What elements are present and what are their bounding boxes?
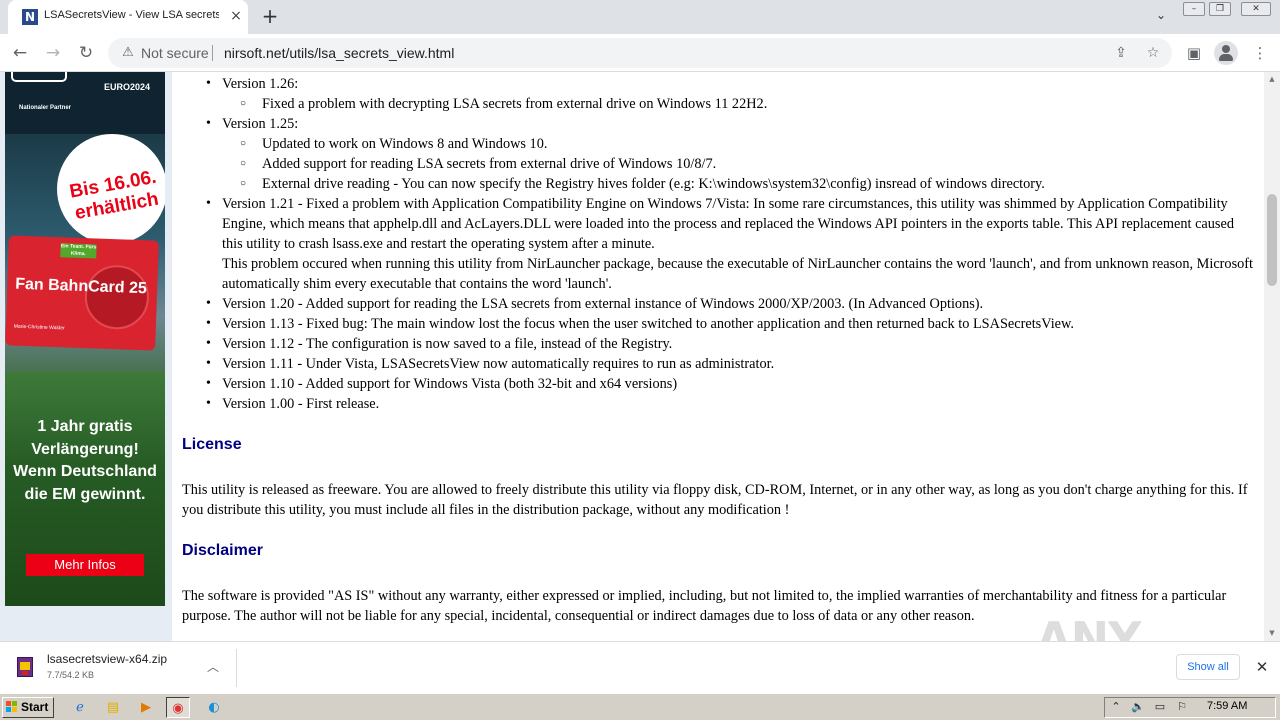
ad-card-tag: Ein Team. Fürs Klima.: [60, 243, 97, 259]
version-text: Version 1.21 - Fixed a problem with Appl…: [222, 196, 1234, 252]
edge-icon[interactable]: ◐: [202, 697, 226, 718]
ad-partner-text: Nationaler Partner: [19, 105, 72, 111]
page-content: Version 1.26: Fixed a problem with decry…: [172, 72, 1264, 641]
disclaimer-heading: Disclaimer: [182, 542, 263, 559]
start-button[interactable]: Start: [2, 697, 54, 718]
share-icon[interactable]: ⇪: [1112, 44, 1130, 62]
tab-close-icon[interactable]: ×: [228, 8, 244, 24]
address-separator: [212, 45, 213, 61]
ad-card-title: Fan BahnCard 25: [14, 275, 148, 298]
list-item: Version 1.13 - Fixed bug: The main windo…: [206, 314, 1258, 334]
sub-text: External drive reading - You can now spe…: [262, 176, 1045, 192]
list-item: Version 1.26: Fixed a problem with decry…: [206, 74, 1258, 114]
tab-search-chevron-icon[interactable]: ⌄: [1152, 8, 1170, 26]
system-tray: ⌃ 🔈 ▭ ⚐ 7:59 AM: [1104, 697, 1276, 718]
euro2024-logo: EURO2024: [103, 82, 151, 92]
bahncard-image: Ein Team. Fürs Klima. Fan BahnCard 25 Ma…: [5, 235, 159, 351]
browser-toolbar: ← → ↻ ⚠ Not secure nirsoft.net/utils/lsa…: [0, 34, 1280, 72]
download-separator: [236, 649, 237, 687]
sub-list-item: Fixed a problem with decrypting LSA secr…: [222, 94, 1258, 114]
windows-taskbar: Start ℯ ▤ ▶ ◉ ◐ ⌃ 🔈 ▭ ⚐ 7:59 AM: [0, 693, 1280, 720]
sub-list-item: External drive reading - You can now spe…: [222, 174, 1258, 194]
address-bar[interactable]: ⚠ Not secure nirsoft.net/utils/lsa_secre…: [108, 38, 1172, 68]
minimize-button[interactable]: –: [1183, 2, 1205, 16]
download-options-chevron-icon[interactable]: ︿: [204, 658, 222, 676]
close-window-button[interactable]: ✕: [1241, 2, 1271, 16]
version-history-list: Version 1.26: Fixed a problem with decry…: [206, 74, 1258, 414]
tab-strip: N LSASecretsView - View LSA secrets s × …: [0, 0, 1280, 34]
download-bar: lsasecretsview-x64.zip 7.7/54.2 KB ︿ Sho…: [0, 641, 1280, 693]
page-viewport: EURO2024 Nationaler Partner Bis 16.06. e…: [0, 72, 1264, 641]
list-item: Version 1.12 - The configuration is now …: [206, 334, 1258, 354]
show-all-downloads-button[interactable]: Show all: [1176, 654, 1240, 680]
version-text: Version 1.25:: [222, 116, 299, 132]
kebab-menu-icon[interactable]: ⋮: [1250, 43, 1270, 63]
nirsoft-favicon-icon: N: [22, 9, 38, 25]
list-item: Version 1.21 - Fixed a problem with Appl…: [206, 194, 1258, 294]
side-panel-icon[interactable]: ▣: [1184, 43, 1204, 63]
license-text: This utility is released as freeware. Yo…: [182, 482, 1248, 518]
sub-text: Added support for reading LSA secrets fr…: [262, 156, 717, 172]
version-text: Version 1.12 - The configuration is now …: [222, 336, 673, 352]
version-text: Version 1.00 - First release.: [222, 396, 380, 412]
scrollbar-thumb[interactable]: [1267, 194, 1277, 286]
ad-more-info-button[interactable]: Mehr Infos: [26, 554, 144, 576]
action-center-flag-icon[interactable]: ⚐: [1175, 700, 1189, 714]
scroll-down-arrow-icon[interactable]: ▼: [1267, 628, 1277, 638]
reload-icon[interactable]: ↻: [74, 41, 98, 65]
version-text: Version 1.11 - Under Vista, LSASecretsVi…: [222, 356, 775, 372]
version-text: Version 1.20 - Added support for reading…: [222, 296, 984, 312]
sub-text: Updated to work on Windows 8 and Windows…: [262, 136, 548, 152]
winrar-archive-icon: [17, 657, 33, 677]
new-tab-button[interactable]: +: [258, 5, 282, 29]
windows-logo-icon: [6, 701, 18, 713]
volume-icon[interactable]: 🔈: [1131, 700, 1145, 714]
chrome-icon[interactable]: ◉: [166, 697, 190, 718]
tab-title: LSASecretsView - View LSA secrets s: [44, 9, 219, 21]
browser-tab[interactable]: N LSASecretsView - View LSA secrets s ×: [8, 0, 248, 34]
url-text[interactable]: nirsoft.net/utils/lsa_secrets_view.html: [224, 45, 454, 61]
close-download-bar-icon[interactable]: ✕: [1252, 657, 1272, 677]
security-status[interactable]: Not secure: [141, 45, 209, 61]
list-item: Version 1.10 - Added support for Windows…: [206, 374, 1258, 394]
download-progress: 7.7/54.2 KB: [47, 670, 95, 680]
internet-explorer-icon[interactable]: ℯ: [68, 697, 92, 718]
taskbar-clock[interactable]: 7:59 AM: [1207, 700, 1247, 712]
scroll-up-arrow-icon[interactable]: ▲: [1267, 74, 1277, 84]
page-scrollbar[interactable]: ▲ ▼: [1264, 72, 1280, 641]
restore-button[interactable]: ❐: [1209, 2, 1231, 16]
forward-arrow-icon[interactable]: →: [41, 41, 65, 65]
list-item: Version 1.25: Updated to work on Windows…: [206, 114, 1258, 194]
ad-header: EURO2024 Nationaler Partner: [5, 72, 165, 134]
media-player-icon[interactable]: ▶: [134, 697, 158, 718]
list-item: Version 1.20 - Added support for reading…: [206, 294, 1258, 314]
db-logo-icon: [11, 72, 67, 82]
tray-expand-icon[interactable]: ⌃: [1109, 700, 1123, 714]
start-label: Start: [21, 700, 49, 714]
list-item: Version 1.11 - Under Vista, LSASecretsVi…: [206, 354, 1258, 374]
file-explorer-icon[interactable]: ▤: [101, 697, 125, 718]
sub-text: Fixed a problem with decrypting LSA secr…: [262, 96, 768, 112]
ad-card-name: Marie-Christine Walder: [13, 323, 65, 332]
star-icon[interactable]: ☆: [1144, 44, 1162, 62]
version-extra-text: This problem occured when running this u…: [222, 256, 1254, 292]
version-text: Version 1.13 - Fixed bug: The main windo…: [222, 316, 1074, 332]
list-item: Version 1.00 - First release.: [206, 394, 1258, 414]
back-arrow-icon[interactable]: ←: [8, 41, 32, 65]
version-text: Version 1.26:: [222, 76, 299, 92]
sub-list-item: Added support for reading LSA secrets fr…: [222, 154, 1258, 174]
version-text: Version 1.10 - Added support for Windows…: [222, 376, 678, 392]
network-icon[interactable]: ▭: [1153, 700, 1167, 714]
sub-list-item: Updated to work on Windows 8 and Windows…: [222, 134, 1258, 154]
ad-slogan: 1 Jahr gratis Verlängerung! Wenn Deutsch…: [13, 418, 157, 503]
download-filename[interactable]: lsasecretsview-x64.zip: [47, 652, 167, 666]
profile-avatar-icon[interactable]: [1214, 41, 1238, 65]
advertisement-banner[interactable]: EURO2024 Nationaler Partner Bis 16.06. e…: [5, 72, 165, 606]
warning-icon[interactable]: ⚠: [120, 45, 136, 61]
license-heading: License: [182, 436, 242, 453]
